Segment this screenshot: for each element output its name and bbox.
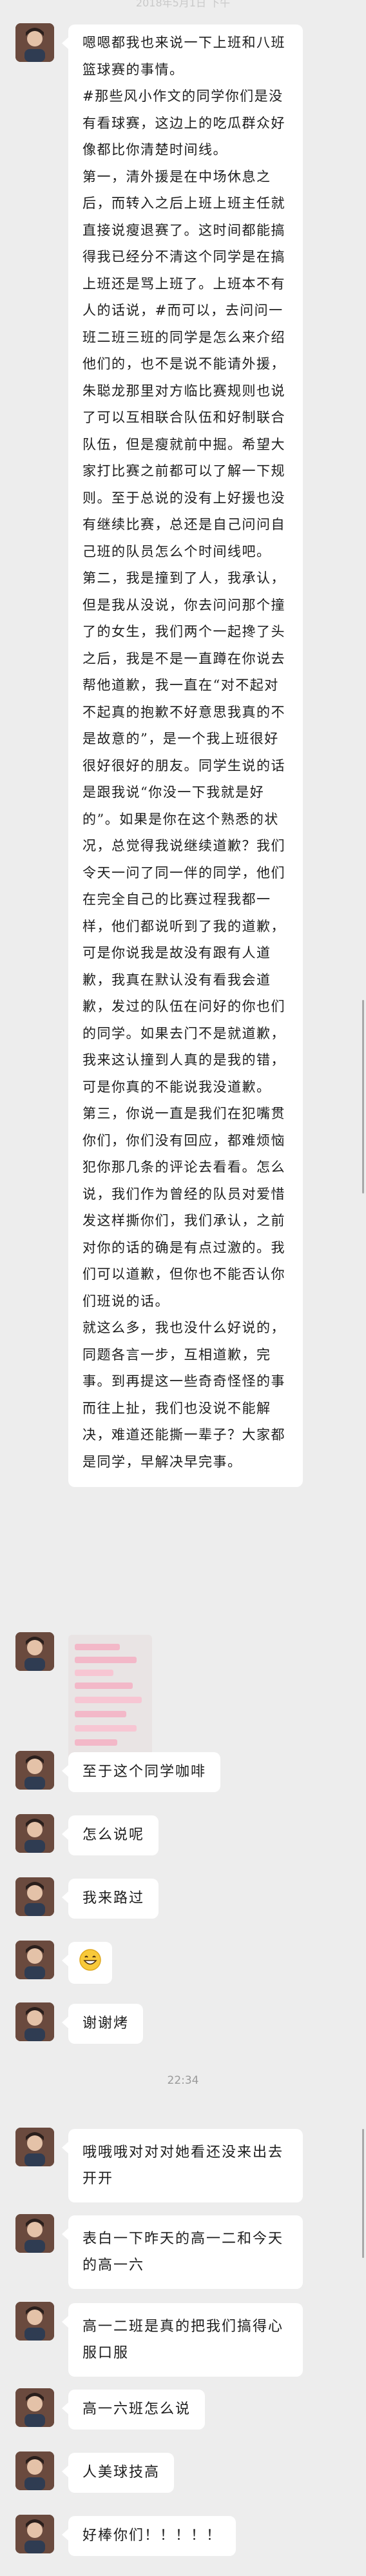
message-bubble[interactable]: 高一六班怎么说 — [61, 2390, 206, 2430]
avatar[interactable] — [15, 1941, 54, 1979]
message-bubble[interactable]: 谢谢烤 — [61, 2004, 144, 2044]
message-bubble[interactable] — [62, 1942, 112, 1984]
avatar-icon — [15, 1814, 54, 1853]
avatar[interactable] — [15, 2002, 54, 2041]
message-bubble[interactable]: 哦哦哦对对对她看还没来出去开开 — [62, 2129, 303, 2202]
scrollbar-thumb[interactable] — [362, 1000, 364, 1193]
message-bubble[interactable]: 嗯嗯都我也来说一下上班和八班篮球赛的事情。 #那些风小作文的同学你们是没有看球赛… — [62, 25, 303, 1487]
message-bubble[interactable]: 人美球技高 — [61, 2453, 175, 2493]
message-paragraph: 第一，清外援是在中场休息之后，而转入之后上班上班主任就直接说瘦退赛了。这时间都能… — [82, 168, 285, 559]
message-bubble[interactable]: 高一二班是真的把我们搞得心服口服 — [62, 2303, 303, 2377]
message-bubble[interactable]: 至于这个同学咖啡 — [61, 1752, 221, 1792]
avatar[interactable] — [15, 2388, 54, 2427]
scrollbar-thumb[interactable] — [362, 2129, 364, 2258]
message-paragraph: 就这么多，我也没什么好说的，同题各言一步，互相道歉，完事。到再提这一些奇奇怪怪的… — [82, 1320, 285, 1470]
avatar-icon — [15, 1751, 54, 1790]
avatar-icon — [15, 2214, 54, 2253]
message-bubble[interactable]: 我来路过 — [61, 1879, 159, 1919]
avatar-icon — [15, 2128, 54, 2166]
avatar-icon — [15, 2515, 54, 2553]
avatar-icon — [15, 2451, 54, 2490]
message-paragraph: 嗯嗯都我也来说一下上班和八班篮球赛的事情。 — [82, 35, 285, 77]
message-paragraph: 第二，我是撞到了人，我承认，但是我从没说，你去问问那个撞了的女生，我们两个一起搀… — [82, 570, 285, 1095]
avatar[interactable] — [15, 2515, 54, 2553]
avatar[interactable] — [15, 23, 54, 62]
avatar[interactable] — [15, 2128, 54, 2166]
avatar[interactable] — [15, 1751, 54, 1790]
avatar-icon — [15, 1941, 54, 1979]
avatar-icon — [15, 1632, 54, 1671]
avatar[interactable] — [15, 1632, 54, 1671]
avatar[interactable] — [15, 2214, 54, 2253]
message-bubble[interactable]: 表白一下昨天的高一二和今天的高一六 — [62, 2215, 303, 2289]
message-paragraph: #那些风小作文的同学你们是没有看球赛，这边上的吃瓜群众好像都比你清楚时间线。 — [82, 88, 285, 157]
avatar-icon — [15, 1877, 54, 1916]
avatar-icon — [15, 2388, 54, 2427]
avatar[interactable] — [15, 2451, 54, 2490]
avatar[interactable] — [15, 1877, 54, 1916]
message-paragraph: 第三，你说一直是我们在犯嘴贯你们，你们没有回应，都难烦恼犯你那几条的评论去看看。… — [82, 1106, 285, 1309]
avatar-icon — [15, 23, 54, 62]
message-bubble[interactable]: 好棒你们！！！！！ — [61, 2516, 236, 2556]
avatar-icon — [15, 2002, 54, 2041]
avatar-icon — [15, 2302, 54, 2341]
chat-timestamp: 22:34 — [167, 2074, 199, 2087]
message-bubble[interactable]: 怎么说呢 — [61, 1815, 159, 1855]
avatar[interactable] — [15, 1814, 54, 1853]
grinning-face-icon — [79, 1949, 101, 1971]
top-timestamp: 2018年5月1日 下午 — [135, 0, 231, 9]
avatar[interactable] — [15, 2302, 54, 2341]
